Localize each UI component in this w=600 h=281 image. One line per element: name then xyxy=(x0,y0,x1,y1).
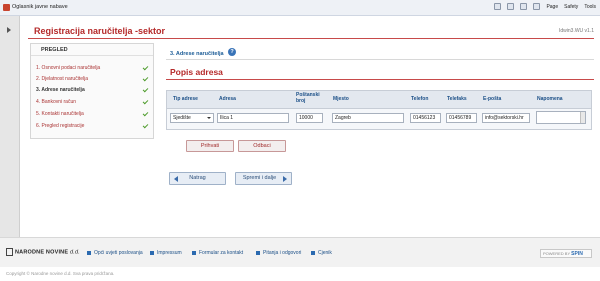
print-icon[interactable] xyxy=(533,3,541,10)
mjesto-input[interactable]: Zagreb xyxy=(332,113,404,123)
step-item-osnovni-podaci[interactable]: 1. Osnovni podaci naručitelja xyxy=(36,64,149,73)
logo-suffix: d.d. xyxy=(69,249,80,256)
tip-adrese-select[interactable]: Sjedište xyxy=(170,113,214,123)
footer-link-pitanja[interactable]: Pitanja i odgovori xyxy=(256,250,301,256)
back-button[interactable]: Natrag xyxy=(169,172,226,185)
col-tip-adrese: Tip adrese xyxy=(173,96,198,102)
col-mjesto: Mjesto xyxy=(333,96,349,102)
page-title: Registracija naručitelja -sektor xyxy=(34,26,166,36)
copyright: Copyright © Narodne novine d.d. Sva prav… xyxy=(6,271,115,276)
col-postanski-broj: Poštanski broj xyxy=(296,92,320,104)
browser-toolbar: Oglasnik javne nabave Page Safety Tools xyxy=(0,0,600,16)
tools-menu[interactable]: Tools xyxy=(584,4,596,10)
save-next-label: Spremi i dalje xyxy=(242,175,277,181)
checkmark-icon xyxy=(142,86,149,93)
site-favicon-icon xyxy=(3,4,10,11)
powered-by-badge[interactable]: POWERED BY SPIN xyxy=(540,249,592,258)
scrollbar[interactable] xyxy=(580,112,585,123)
step-item-bankovni-racun[interactable]: 4. Bankovni račun xyxy=(36,98,149,107)
footer-link-uvjeti[interactable]: Opći uvjeti poslovanja xyxy=(87,250,143,256)
footer-link-cjenik[interactable]: Cjenik xyxy=(311,250,332,256)
mail-icon[interactable] xyxy=(520,3,528,10)
bullet-icon xyxy=(150,250,154,255)
table-row: Sjedište Ilica 1 10000 Zagreb 01456123 0… xyxy=(167,109,591,129)
page-menu[interactable]: Page xyxy=(546,4,558,10)
steps-panel: PREGLED 1. Osnovni podaci naručitelja 2.… xyxy=(30,43,154,139)
email-input[interactable]: info@sektorski.hr xyxy=(482,113,530,123)
col-napomena: Napomena xyxy=(537,96,563,102)
arrow-right-icon xyxy=(283,176,287,182)
steps-heading: PREGLED xyxy=(31,44,153,56)
step-label: 4. Bankovni račun xyxy=(36,99,77,105)
checkmark-icon xyxy=(142,98,149,105)
footer: NARODNE NOVINE d.d. Opći uvjeti poslovan… xyxy=(0,237,600,267)
logo-mark-icon xyxy=(6,248,13,256)
feeds-icon[interactable] xyxy=(507,3,515,10)
bullet-icon xyxy=(192,250,196,255)
adresa-input[interactable]: Ilica 1 xyxy=(217,113,289,123)
checkmark-icon xyxy=(142,122,149,129)
side-collapse-strip xyxy=(0,16,20,237)
bullet-icon xyxy=(256,250,260,255)
bullet-icon xyxy=(311,250,315,255)
footer-link-label: Cjenik xyxy=(318,250,332,256)
col-telefon: Telefon xyxy=(411,96,429,102)
step-item-djelatnost[interactable]: 2. Djelatnost naručitelja xyxy=(36,75,149,84)
telefaks-input[interactable]: 01456789 xyxy=(446,113,477,123)
checkmark-icon xyxy=(142,110,149,117)
tip-adrese-value: Sjedište xyxy=(173,115,191,121)
breadcrumb: 3. Adrese naručitelja xyxy=(170,51,224,57)
footer-link-label: Pitanja i odgovori xyxy=(263,250,302,256)
checkmark-icon xyxy=(142,64,149,71)
step-item-adrese[interactable]: 3. Adrese naručitelja xyxy=(36,86,149,95)
chevron-down-icon xyxy=(207,117,211,119)
bullet-icon xyxy=(87,250,91,255)
footer-link-label: Impressum xyxy=(157,250,182,256)
safety-menu[interactable]: Safety xyxy=(564,4,578,10)
logo-text: NARODNE NOVINE xyxy=(15,249,69,256)
browser-tab-title[interactable]: Oglasnik javne nabave xyxy=(12,4,68,10)
header-divider xyxy=(28,38,594,39)
footer-link-label: Formular za kontakt xyxy=(199,250,244,256)
napomena-textarea[interactable] xyxy=(536,111,586,124)
step-item-kontakti[interactable]: 5. Kontakti naručitelja xyxy=(36,110,149,119)
step-label: 2. Djelatnost naručitelja xyxy=(36,76,88,82)
powered-label: POWERED BY xyxy=(543,251,571,256)
step-item-pregled[interactable]: 6. Pregled registracije xyxy=(36,122,149,131)
col-eposta: E-pošta xyxy=(483,96,502,102)
powered-brand: SPIN xyxy=(571,251,583,257)
checkmark-icon xyxy=(142,75,149,82)
cancel-button[interactable]: Odbaci xyxy=(238,140,286,152)
home-icon[interactable] xyxy=(494,3,502,10)
app-version: Idwin3.WU v1.1 xyxy=(558,28,594,34)
section-divider xyxy=(166,79,594,80)
breadcrumb-divider xyxy=(166,59,594,60)
step-label: 6. Pregled registracije xyxy=(36,123,85,129)
footer-link-formular[interactable]: Formular za kontakt xyxy=(192,250,243,256)
back-label: Natrag xyxy=(189,175,206,181)
accept-button[interactable]: Prihvati xyxy=(186,140,234,152)
help-icon[interactable]: ? xyxy=(228,48,236,56)
telefon-input[interactable]: 01456123 xyxy=(410,113,441,123)
footer-link-impressum[interactable]: Impressum xyxy=(150,250,182,256)
narodne-novine-logo[interactable]: NARODNE NOVINE d.d. xyxy=(6,248,80,256)
section-title: Popis adresa xyxy=(170,67,223,77)
table-header: Tip adrese Adresa Poštanski broj Mjesto … xyxy=(167,91,591,109)
save-and-next-button[interactable]: Spremi i dalje xyxy=(235,172,292,185)
footer-link-label: Opći uvjeti poslovanja xyxy=(94,250,143,256)
col-adresa: Adresa xyxy=(219,96,236,102)
step-label: 1. Osnovni podaci naručitelja xyxy=(36,65,101,71)
col-telefaks: Telefaks xyxy=(447,96,467,102)
step-label: 3. Adrese naručitelja xyxy=(36,87,85,93)
browser-tools: Page Safety Tools xyxy=(494,3,596,10)
step-label: 5. Kontakti naručitelja xyxy=(36,111,84,117)
address-table: Tip adrese Adresa Poštanski broj Mjesto … xyxy=(166,90,592,130)
postanski-broj-input[interactable]: 10000 xyxy=(296,113,323,123)
expand-arrow-icon[interactable] xyxy=(7,27,11,33)
